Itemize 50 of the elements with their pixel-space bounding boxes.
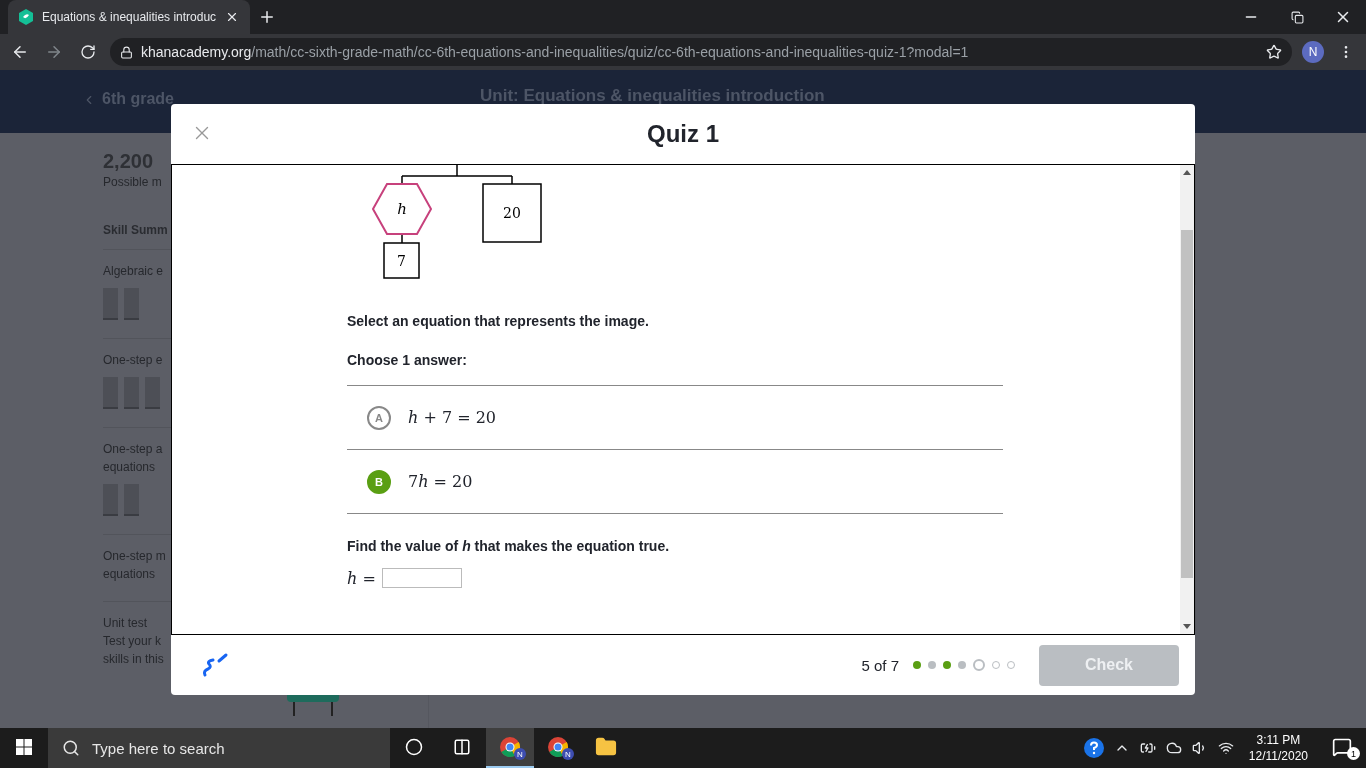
- hexagon-node: [371, 183, 433, 235]
- search-placeholder: Type here to search: [92, 739, 225, 757]
- choice-letter: B: [367, 469, 391, 494]
- square-node: [482, 183, 542, 243]
- answer-field[interactable]: [381, 568, 462, 588]
- folder-icon: [595, 736, 617, 758]
- progress-dot: [958, 661, 966, 669]
- tab-title: Equations & inequalities introduc: [42, 10, 217, 24]
- taskbar-app[interactable]: N: [534, 728, 582, 768]
- answer-choice[interactable]: A h + 7 = 20: [347, 386, 1003, 450]
- chrome-icon: [547, 736, 569, 758]
- browser-tab[interactable]: Equations & inequalities introduc: [8, 0, 251, 34]
- progress-text: 5 of 7: [861, 656, 899, 674]
- square-node: [383, 242, 420, 279]
- node-label: 7: [397, 253, 406, 269]
- hexagon-leaf-icon: [18, 9, 34, 25]
- scratchpad-icon[interactable]: [201, 651, 229, 679]
- dialog-title: Quiz 1: [647, 120, 719, 148]
- progress-dot: [943, 661, 951, 669]
- progress-dot: [913, 661, 921, 669]
- find-prompt: Find the value of h that makes the equation true.: [347, 538, 670, 554]
- equation-text: h + 7 = 20: [408, 408, 496, 427]
- profile-badge: N: [514, 748, 526, 760]
- message-icon: [1332, 737, 1352, 757]
- progress-dot: [992, 661, 1000, 669]
- question-prompt: Select an equation that represents the image.: [347, 313, 649, 329]
- notifications-button[interactable]: 1: [1318, 728, 1366, 768]
- chrome-icon: [499, 736, 521, 758]
- star-icon[interactable]: [1266, 44, 1282, 60]
- url-text: khanacademy.org/math/cc-sixth-grade-math/cc-6th-equations-and-inequalities/quiz/cc-6th-equations-and-inequalities-quiz-1?modal=1: [141, 44, 969, 60]
- notification-count: 1: [1347, 747, 1360, 760]
- equation-text: 7h = 20: [408, 472, 473, 491]
- progress-dot: [928, 661, 936, 669]
- clock[interactable]: 3:11 PM 12/11/2020: [1238, 732, 1318, 764]
- profile-badge: N: [562, 748, 574, 760]
- progress-dot: [1007, 661, 1015, 669]
- answer-choice[interactable]: B 7h = 20: [347, 450, 1003, 514]
- address-field[interactable]: khanacademy.org/math/cc-sixth-grade-math/cc-6th-equations-and-inequalities/quiz/cc-6th-equations-and-inequalities-quiz-1?modal=1: [110, 38, 1292, 66]
- search-icon: [62, 739, 80, 757]
- choose-label: Choose 1 answer:: [347, 352, 467, 368]
- node-label: 20: [503, 205, 521, 221]
- progress-dot: [973, 659, 985, 671]
- lock-icon: [120, 45, 133, 59]
- answer-label: h =: [347, 568, 376, 588]
- profile-avatar[interactable]: N: [1302, 41, 1324, 63]
- node-label: h: [397, 200, 407, 218]
- taskbar-app[interactable]: N: [486, 728, 534, 768]
- choice-letter: A: [367, 405, 391, 430]
- scrollbar[interactable]: [1180, 165, 1194, 634]
- taskbar-search-field[interactable]: Type here to search: [48, 728, 390, 768]
